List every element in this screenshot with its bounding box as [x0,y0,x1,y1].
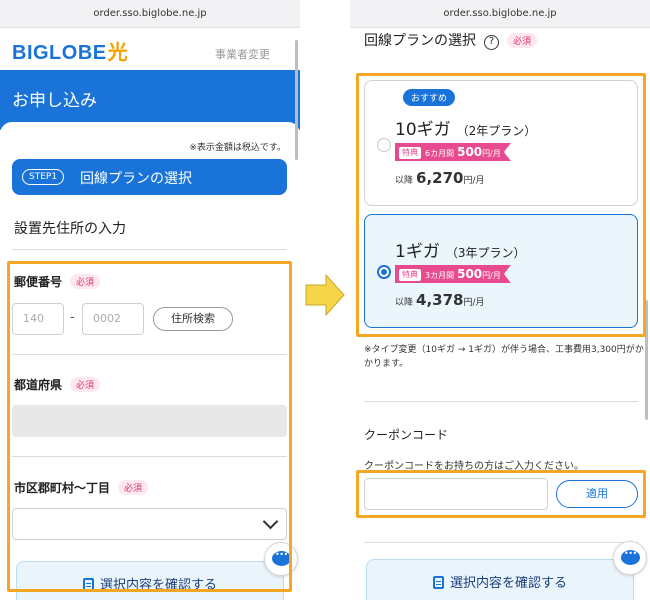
promo-price: 500 [457,267,483,281]
plan-name-text: 10ギガ [395,120,451,140]
address-bar[interactable]: order.sso.biglobe.ne.jp [0,0,300,28]
postal-code-dash: - [70,310,75,325]
confirm-selection-label: 選択内容を確認する [449,576,567,591]
right-arrow-icon [305,273,345,317]
plan-term: （2年プラン） [456,124,537,138]
promo-unit: 円/月 [482,271,501,280]
apply-coupon-button[interactable]: 適用 [556,480,638,508]
prefecture-field[interactable] [12,405,287,437]
promo-period: 6カ月間 [425,149,455,158]
business-change-link[interactable]: 事業者変更 [215,46,270,62]
coupon-title: クーポンコード [364,428,449,442]
plan-name-text: 1ギガ [395,242,440,262]
confirm-selection-label: 選択内容を確認する [99,578,217,593]
city-select[interactable] [12,508,287,540]
left-phone-screen: order.sso.biglobe.ne.jp BIGLOBE光 事業者変更 お… [0,0,300,600]
recommended-badge: おすすめ [403,89,456,106]
required-badge: 必須 [507,33,538,48]
city-label-text: 市区郡町村〜丁目 [14,481,111,495]
help-icon[interactable]: ? [484,35,499,50]
after-price-unit: 円/月 [463,176,485,186]
prefecture-label: 都道府県 必須 [14,376,101,393]
plan-card-10g[interactable]: おすすめ 10ギガ （2年プラン） 特典 6カ月間 500円/月 以降 6,270円/月 [364,80,638,206]
promo-tag: 特典 [399,147,421,159]
section-divider [364,542,638,543]
page-title: お申し込み [12,91,97,111]
promo-price: 500 [457,145,483,159]
chat-button[interactable] [613,541,647,575]
scrollbar[interactable] [295,40,298,160]
brand-bar: BIGLOBE光 事業者変更 [0,28,300,70]
chat-bubble-icon [272,550,291,566]
chevron-down-icon [262,513,279,530]
logo-hikari-text: 光 [107,42,129,64]
logo-brand-text: BIGLOBE [12,42,107,64]
tax-note: ※表示金額は税込です。 [189,143,286,153]
city-label: 市区郡町村〜丁目 必須 [14,479,149,496]
after-price: 以降 6,270円/月 [395,169,485,187]
coupon-description: クーポンコードをお持ちの方はご入力ください。 [364,461,584,472]
right-phone-screen: order.sso.biglobe.ne.jp 回線プランの選択? 必須 おすすめ… [350,0,650,600]
step-bar: STEP1 回線プランの選択 [12,159,287,195]
promo-unit: 円/月 [482,149,501,158]
plan-name: 10ギガ （2年プラン） [395,115,536,140]
scrollbar[interactable] [645,300,648,420]
application-header: お申し込み [0,70,300,130]
document-icon [432,576,444,589]
plan-radio-10g[interactable] [377,138,391,152]
postal-code-input-1[interactable]: 140 [12,303,64,335]
promo-ribbon: 特典 3カ月間 500円/月 [395,265,511,283]
chat-bubble-icon [621,549,640,565]
after-price-prefix: 以降 [395,176,414,186]
step-badge: STEP1 [22,169,65,185]
confirm-selection-button[interactable]: 選択内容を確認する [366,559,634,600]
promo-tag: 特典 [399,269,421,281]
postal-code-input-2[interactable]: 0002 [82,303,144,335]
plan-section-heading-text: 回線プランの選択 [364,33,476,49]
promo-ribbon: 特典 6カ月間 500円/月 [395,143,511,161]
document-icon [82,578,94,591]
prefecture-label-text: 都道府県 [14,378,63,392]
plan-section-heading: 回線プランの選択? 必須 [364,30,538,50]
plan-card-1g[interactable]: 1ギガ （3年プラン） 特典 3カ月間 500円/月 以降 4,378円/月 [364,214,638,328]
plan-term: （3年プラン） [445,246,526,260]
address-search-button[interactable]: 住所検索 [153,307,233,331]
promo-period: 3カ月間 [425,271,455,280]
address-bar[interactable]: order.sso.biglobe.ne.jp [350,0,650,28]
chat-button[interactable] [264,542,298,576]
section-divider [12,249,287,250]
postal-code-label: 郵便番号 必須 [14,273,101,290]
after-price-value: 4,378 [416,291,464,309]
type-change-note: ※タイプ変更（10ギガ → 1ギガ）が伴う場合、工事費用3,300円がかかります… [364,345,644,369]
biglobe-logo[interactable]: BIGLOBE光 [12,36,128,65]
required-badge: 必須 [70,377,101,392]
after-price-value: 6,270 [416,169,464,187]
after-price-unit: 円/月 [463,298,485,308]
after-price-prefix: 以降 [395,298,414,308]
plan-name: 1ギガ （3年プラン） [395,237,525,262]
coupon-code-input[interactable] [364,478,548,510]
section-divider [364,401,638,402]
step-label: 回線プランの選択 [80,171,192,187]
postal-code-label-text: 郵便番号 [14,275,63,289]
field-divider [12,354,287,355]
after-price: 以降 4,378円/月 [395,291,485,309]
required-badge: 必須 [118,480,149,495]
required-badge: 必須 [70,274,101,289]
field-divider [12,456,287,457]
section-title: 設置先住所の入力 [14,221,126,237]
confirm-selection-button[interactable]: 選択内容を確認する [16,561,284,600]
plan-radio-1g[interactable] [377,265,391,279]
